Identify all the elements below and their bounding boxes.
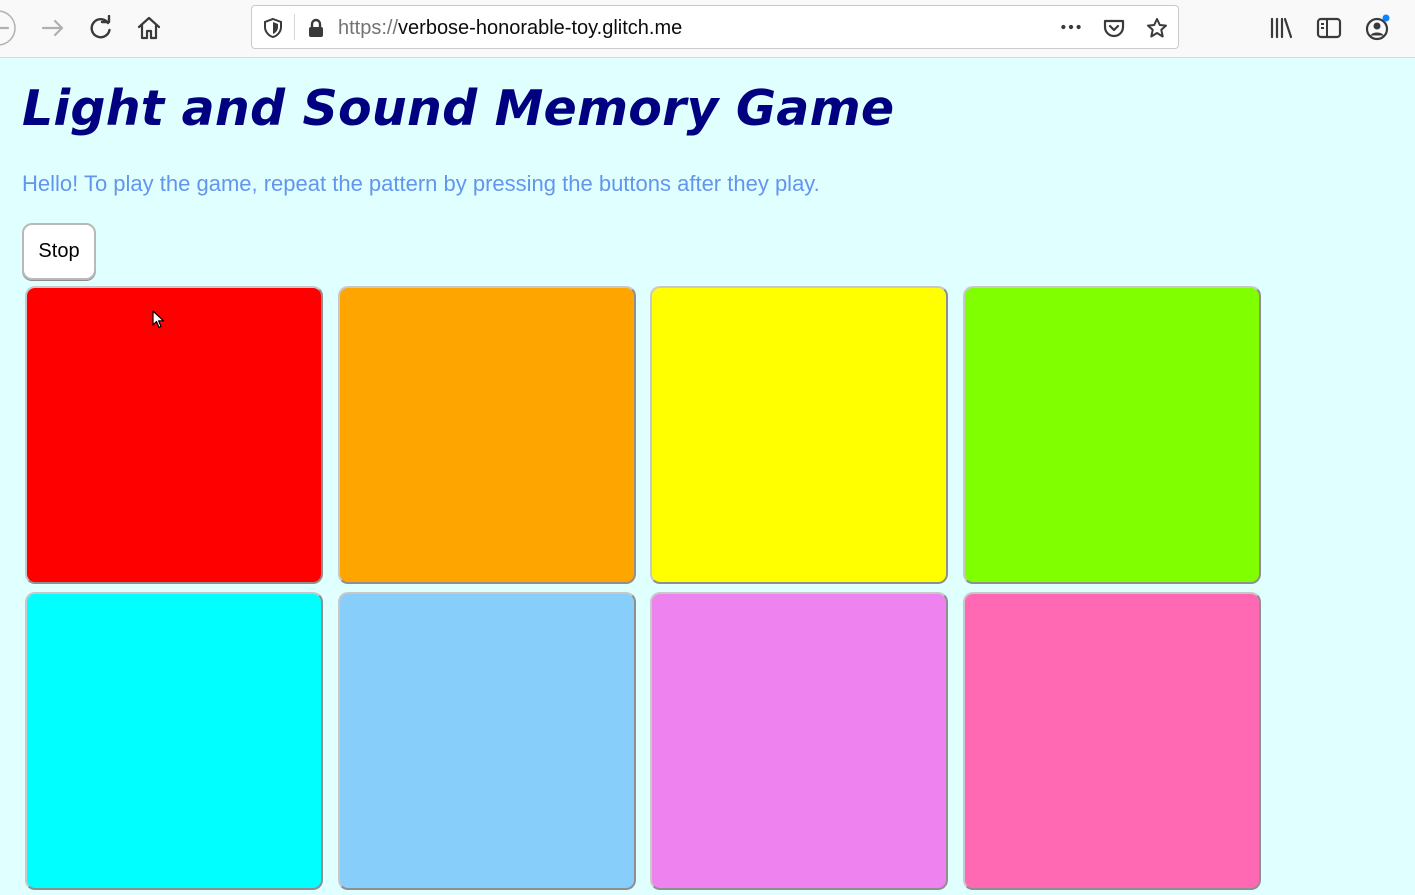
library-button[interactable] xyxy=(1263,10,1299,46)
more-actions-icon[interactable] xyxy=(1060,16,1082,38)
url-text[interactable]: https://verbose-honorable-toy.glitch.me xyxy=(338,6,682,48)
game-pad-6[interactable] xyxy=(338,592,636,890)
game-pad-8[interactable] xyxy=(963,592,1261,890)
browser-toolbar: https://verbose-honorable-toy.glitch.me xyxy=(0,0,1415,58)
game-pad-3[interactable] xyxy=(650,286,948,584)
url-host: verbose-honorable-toy.glitch.me xyxy=(398,17,683,39)
back-arrow-icon xyxy=(0,10,16,46)
home-icon xyxy=(137,16,161,40)
pocket-icon[interactable] xyxy=(1103,17,1125,39)
mouse-cursor-icon xyxy=(152,310,165,329)
page-title: Light and Sound Memory Game xyxy=(22,80,895,137)
instructions-text: Hello! To play the game, repeat the patt… xyxy=(22,171,820,196)
url-scheme: https:// xyxy=(338,17,399,39)
account-icon xyxy=(1365,14,1390,41)
library-icon xyxy=(1270,17,1293,39)
shield-icon[interactable] xyxy=(262,17,284,39)
forward-arrow-icon xyxy=(41,19,64,37)
game-pad-2[interactable] xyxy=(338,286,636,584)
sidebar-icon xyxy=(1316,17,1342,39)
game-pad-7[interactable] xyxy=(650,592,948,890)
game-pad-4[interactable] xyxy=(963,286,1261,584)
account-button[interactable] xyxy=(1359,10,1395,46)
url-bar[interactable]: https://verbose-honorable-toy.glitch.me xyxy=(251,5,1179,49)
game-pad-5[interactable] xyxy=(25,592,323,890)
lock-icon[interactable] xyxy=(305,17,327,39)
sidebar-button[interactable] xyxy=(1311,10,1347,46)
home-button[interactable] xyxy=(131,10,167,46)
reload-icon xyxy=(90,15,111,39)
reload-button[interactable] xyxy=(83,10,119,46)
url-separator xyxy=(294,14,295,40)
bookmark-star-icon[interactable] xyxy=(1146,17,1168,39)
back-button[interactable] xyxy=(0,10,22,46)
stop-button[interactable]: Stop xyxy=(22,223,96,280)
forward-button[interactable] xyxy=(35,10,71,46)
game-pad-1[interactable] xyxy=(25,286,323,584)
